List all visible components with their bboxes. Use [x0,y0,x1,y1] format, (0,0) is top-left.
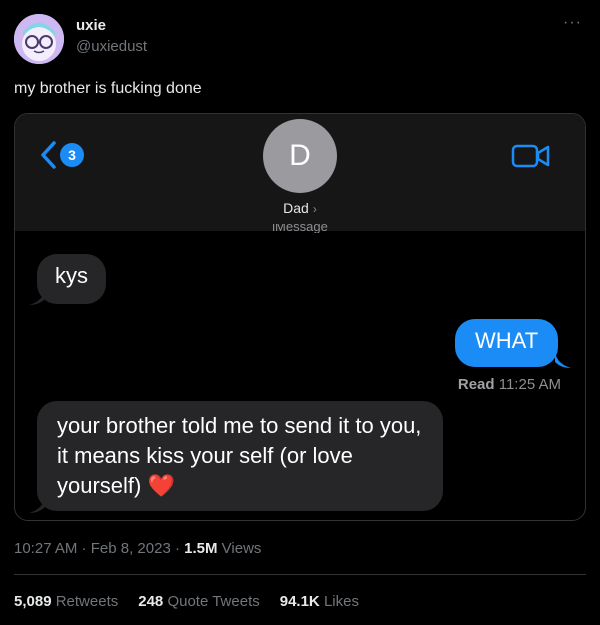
chevron-left-icon [41,141,56,169]
service-label: iMessage [272,224,328,233]
avatar-illustration [14,14,64,64]
author-name[interactable]: uxie [76,17,106,34]
likes-stat[interactable]: 94.1K Likes [280,593,359,610]
likes-count: 94.1K [279,593,320,610]
author-handle[interactable]: @uxiedust [76,38,147,55]
bubble-tail [555,352,571,368]
message-text: your brother told me to send it to you, … [57,413,422,498]
retweets-count: 5,089 [14,593,52,610]
divider [14,574,586,575]
tweet-time[interactable]: 10:27 AM [14,540,77,557]
quotes-count: 248 [138,593,164,610]
author-avatar[interactable] [14,14,64,64]
chevron-right-icon: › [312,202,317,216]
tweet-date[interactable]: Feb 8, 2023 [91,540,171,557]
likes-label: Likes [323,593,359,610]
quotes-stat[interactable]: 248 Quote Tweets [138,593,259,610]
tweet-stats: 5,089 Retweets 248 Quote Tweets 94.1K Li… [14,593,359,610]
views-label: Views [221,540,262,557]
retweets-label: Retweets [55,593,119,610]
message-bubble-incoming[interactable]: kys [37,254,106,304]
tweet-meta: 10:27 AM · Feb 8, 2023 · 1.5M Views [14,540,262,557]
bubble-tail [29,497,45,513]
read-label: Read [457,376,495,393]
heart-emoji: ❤️ [147,473,175,498]
retweets-stat[interactable]: 5,089 Retweets [14,593,118,610]
bubble-tail [29,289,45,305]
contact-avatar[interactable]: D [263,119,337,193]
read-receipt: Read 11:25 AM [458,376,561,393]
message-bubble-outgoing[interactable]: WHAT [455,319,559,367]
message-bubble-incoming[interactable]: your brother told me to send it to you, … [37,401,443,511]
quotes-label: Quote Tweets [167,593,260,610]
video-call-icon[interactable] [511,142,551,170]
unread-count-badge: 3 [60,143,84,167]
imessage-header: 3 D Dad › [15,114,585,231]
back-button[interactable]: 3 [39,140,84,170]
more-dots-icon[interactable]: ··· [563,14,582,32]
contact-name[interactable]: Dad › [15,200,585,216]
views-count: 1.5M [184,540,218,557]
tweet-media[interactable]: 3 D Dad › iMessage kys WHAT Read 11:25 AM… [14,113,586,521]
read-time: 11:25 AM [498,376,561,393]
tweet-text: my brother is fucking done [14,80,202,97]
contact-name-label: Dad [283,200,309,216]
